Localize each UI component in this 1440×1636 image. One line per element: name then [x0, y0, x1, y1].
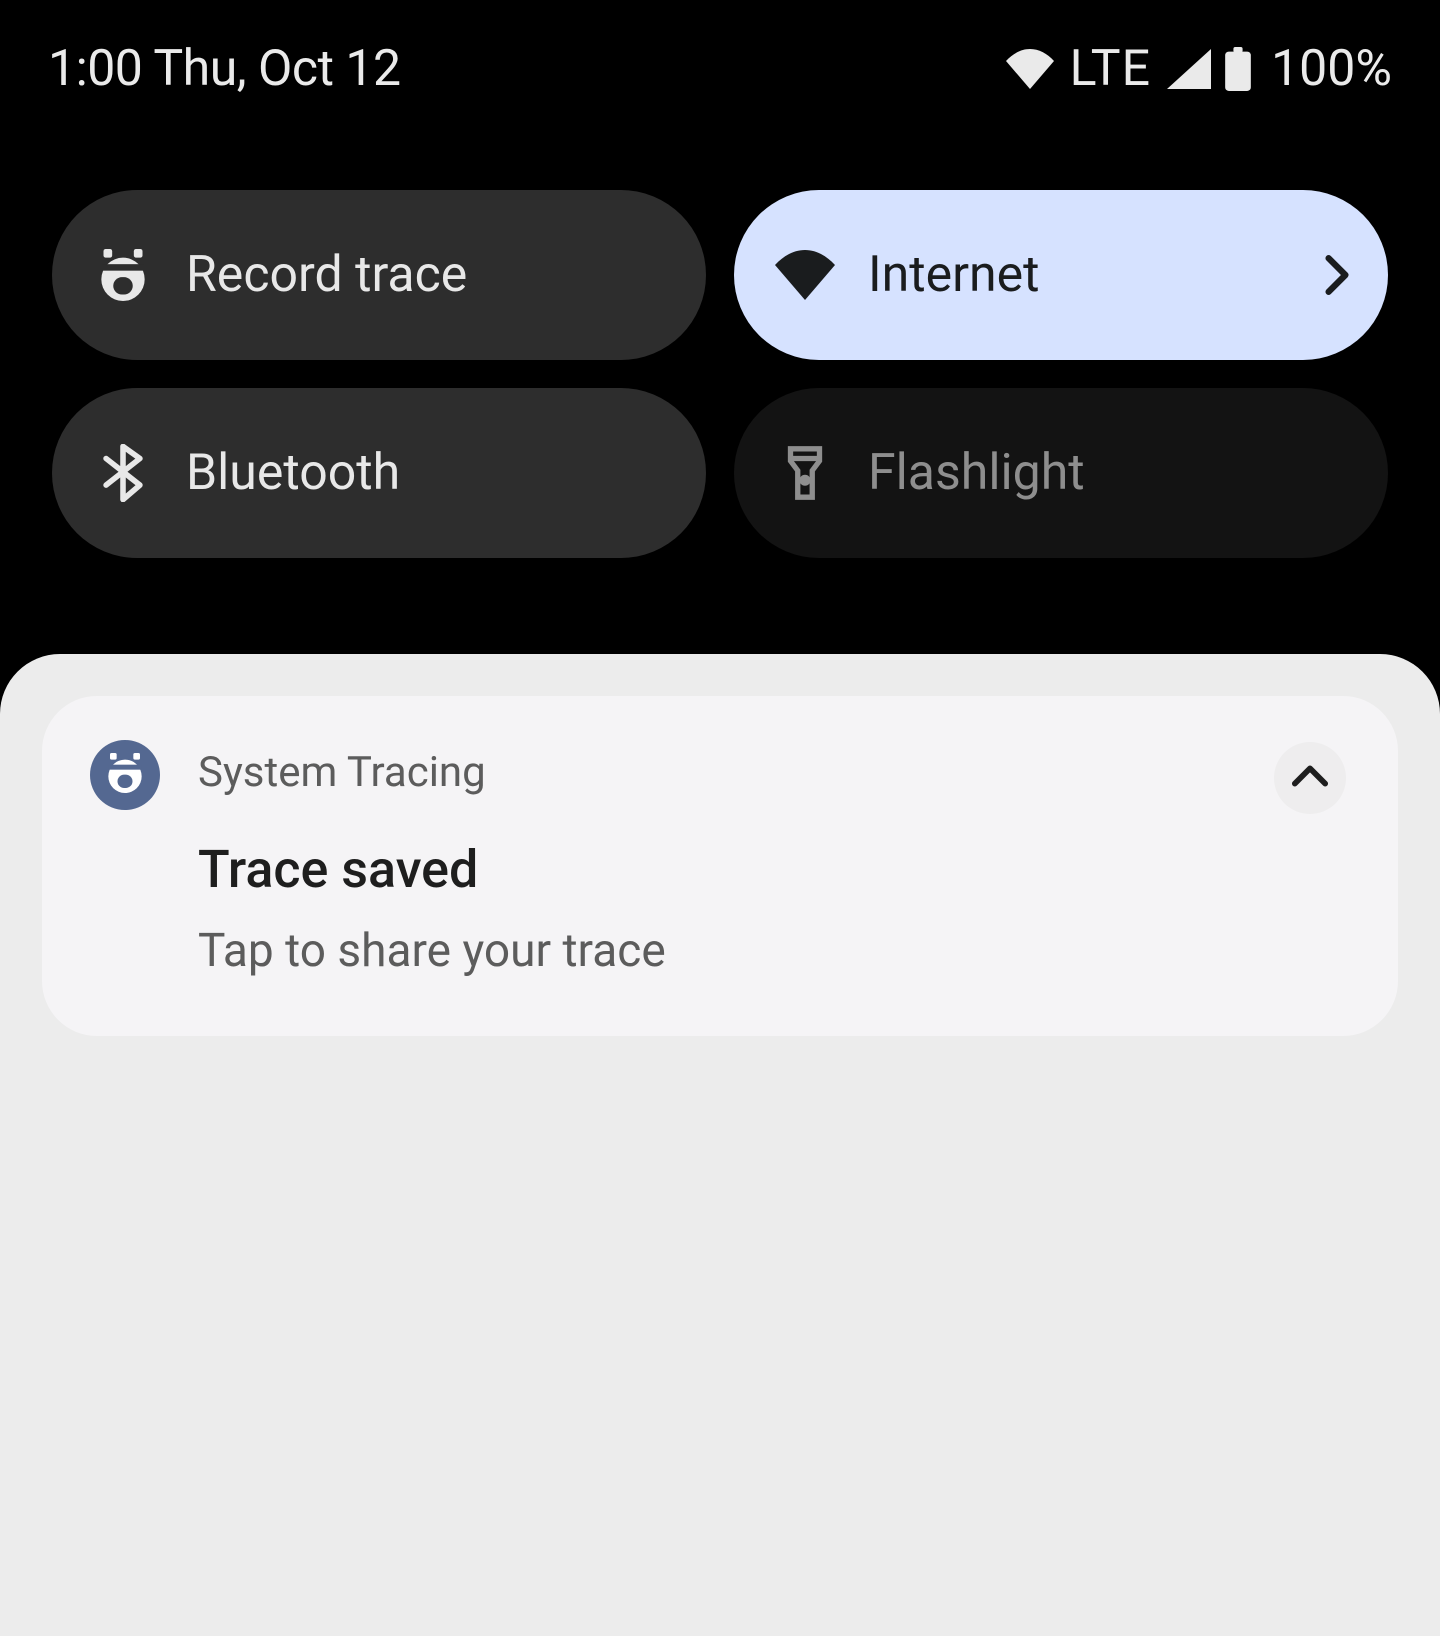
- battery-icon: [1225, 47, 1251, 91]
- qs-tile-label: Bluetooth: [186, 444, 676, 502]
- network-label: LTE: [1070, 40, 1151, 98]
- chevron-up-icon: [1291, 764, 1329, 792]
- bug-icon: [92, 249, 154, 301]
- notification-body: System Tracing Trace saved Tap to share …: [198, 742, 1274, 978]
- status-indicators: LTE 100%: [1006, 40, 1392, 98]
- flashlight-icon: [774, 444, 836, 502]
- bluetooth-icon: [92, 444, 154, 502]
- chevron-right-icon: [1316, 254, 1358, 296]
- notification-card[interactable]: System Tracing Trace saved Tap to share …: [42, 696, 1398, 1036]
- wifi-icon: [774, 250, 836, 300]
- qs-tile-record-trace[interactable]: Record trace: [52, 190, 706, 360]
- collapse-button[interactable]: [1274, 742, 1346, 814]
- qs-tile-bluetooth[interactable]: Bluetooth: [52, 388, 706, 558]
- qs-tile-label: Flashlight: [868, 444, 1358, 502]
- notification-shelf: System Tracing Trace saved Tap to share …: [0, 654, 1440, 1636]
- qs-tile-label: Internet: [868, 246, 1284, 304]
- notification-title: Trace saved: [198, 839, 1274, 900]
- notification-app-icon-badge: [90, 740, 160, 810]
- notification-text: Tap to share your trace: [198, 924, 1274, 978]
- status-bar: 1:00 Thu, Oct 12 LTE 100%: [0, 0, 1440, 138]
- status-clock-date: 1:00 Thu, Oct 12: [48, 40, 401, 98]
- quick-settings-panel: Record trace Internet Bluetooth Flashlig…: [0, 138, 1440, 558]
- qs-tile-label: Record trace: [186, 246, 676, 304]
- wifi-icon: [1006, 49, 1054, 89]
- notification-app-name: System Tracing: [198, 748, 1274, 797]
- battery-percent: 100%: [1271, 40, 1392, 98]
- bug-icon: [105, 753, 145, 797]
- qs-tile-flashlight[interactable]: Flashlight: [734, 388, 1388, 558]
- qs-tile-internet[interactable]: Internet: [734, 190, 1388, 360]
- cell-signal-icon: [1167, 49, 1211, 89]
- quick-settings-grid: Record trace Internet Bluetooth Flashlig…: [52, 190, 1388, 558]
